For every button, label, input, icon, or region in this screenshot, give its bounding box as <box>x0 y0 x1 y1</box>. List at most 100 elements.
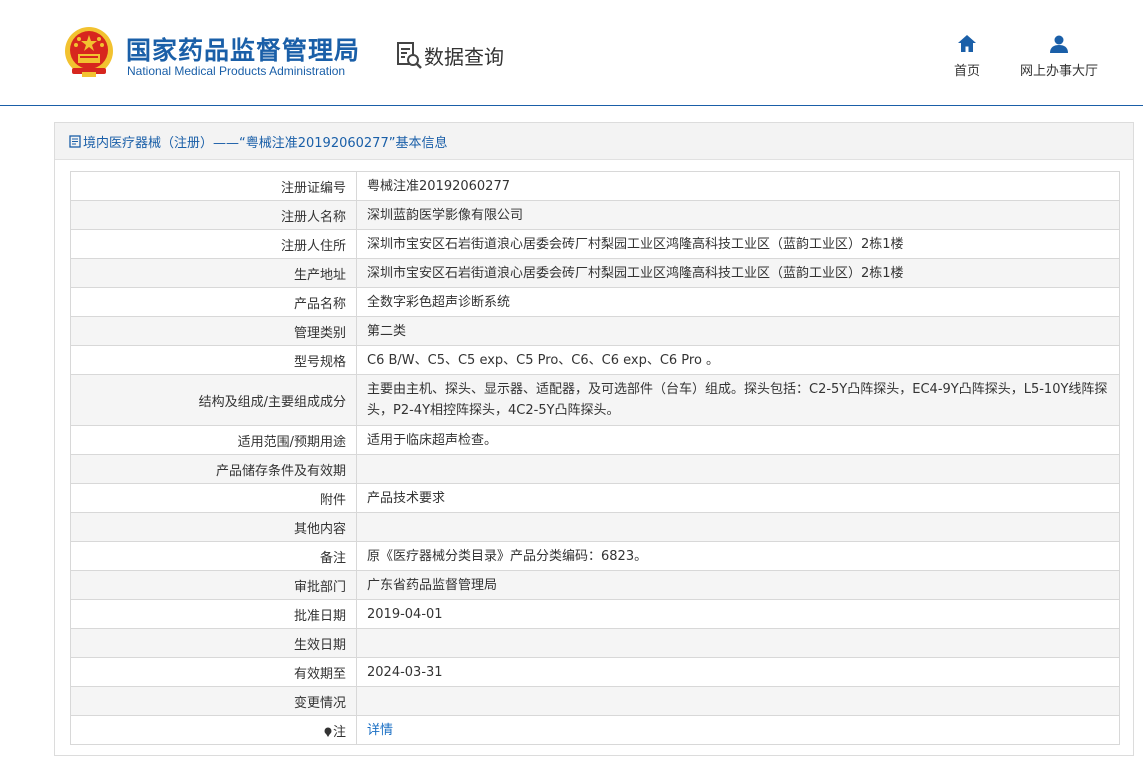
row-label: 备注 <box>70 541 357 571</box>
row-value-text: 广东省药品监督管理局 <box>367 577 498 593</box>
table-row: 生产地址 深圳市宝安区石岩街道浪心居委会砖厂村梨园工业区鸿隆高科技工业区（蓝韵工业… <box>70 258 1120 288</box>
row-label-text: 有效期至 <box>293 666 346 682</box>
row-value-text: 深圳市宝安区石岩街道浪心居委会砖厂村梨园工业区鸿隆高科技工业区（蓝韵工业区）2栋… <box>367 265 904 281</box>
row-label-text: 备注 <box>319 550 346 566</box>
row-value: 第二类 <box>356 316 1120 346</box>
row-label-text: 注册人住所 <box>280 238 346 254</box>
row-label: 附件 <box>70 483 357 513</box>
table-row: 注册人住所 深圳市宝安区石岩街道浪心居委会砖厂村梨园工业区鸿隆高科技工业区（蓝韵工… <box>70 229 1120 259</box>
pin-icon <box>324 727 332 737</box>
row-value: 详情 <box>356 715 1120 745</box>
row-value-text: 粤械注准20192060277 <box>367 178 510 194</box>
panel-title: 境内医疗器械（注册）——“粤械注准20192060277”基本信息 <box>83 135 448 151</box>
row-label-text: 批准日期 <box>293 608 346 624</box>
row-value: 原《医疗器械分类目录》产品分类编码：6823。 <box>356 541 1120 571</box>
table-row: 注册证编号 粤械注准20192060277 <box>70 171 1120 201</box>
row-label-text: 注 <box>332 724 346 740</box>
row-value-text: 2019-04-01 <box>367 606 443 622</box>
row-value <box>356 512 1120 542</box>
row-label: 产品储存条件及有效期 <box>70 454 357 484</box>
row-label-text: 注册证编号 <box>280 180 346 196</box>
row-label: 注册人住所 <box>70 229 357 259</box>
row-value-text: 深圳蓝韵医学影像有限公司 <box>367 207 524 223</box>
table-row: 批准日期 2019-04-01 <box>70 599 1120 629</box>
row-value: 2019-04-01 <box>356 599 1120 629</box>
row-value: 深圳市宝安区石岩街道浪心居委会砖厂村梨园工业区鸿隆高科技工业区（蓝韵工业区）2栋… <box>356 229 1120 259</box>
row-label-text: 生产地址 <box>293 267 346 283</box>
row-value: 深圳蓝韵医学影像有限公司 <box>356 200 1120 230</box>
row-label: 产品名称 <box>70 287 357 317</box>
table-row: 生效日期 <box>70 628 1120 658</box>
user-icon <box>1050 35 1068 53</box>
row-label-text: 审批部门 <box>293 579 346 595</box>
row-value-text: 主要由主机、探头、显示器、适配器，及可选部件（台车）组成。探头包括：C2-5Y凸… <box>367 382 1108 418</box>
table-row: 审批部门 广东省药品监督管理局 <box>70 570 1120 600</box>
row-label-text: 产品储存条件及有效期 <box>215 463 346 479</box>
row-value-text: 2024-03-31 <box>367 664 443 680</box>
table-row: 产品储存条件及有效期 <box>70 454 1120 484</box>
row-label: 生产地址 <box>70 258 357 288</box>
document-icon <box>69 134 81 148</box>
row-label: 注册证编号 <box>70 171 357 201</box>
row-value-text: 深圳市宝安区石岩街道浪心居委会砖厂村梨园工业区鸿隆高科技工业区（蓝韵工业区）2栋… <box>367 236 904 252</box>
row-value-text: 原《医疗器械分类目录》产品分类编码：6823。 <box>367 548 648 564</box>
row-value: 全数字彩色超声诊断系统 <box>356 287 1120 317</box>
table-row: 管理类别 第二类 <box>70 316 1120 346</box>
row-value: 粤械注准20192060277 <box>356 171 1120 201</box>
data-query-title: 数据查询 <box>396 40 504 70</box>
table-row: 附件 产品技术要求 <box>70 483 1120 513</box>
site-header: 国家药品监督管理局 National Medical Products Admi… <box>0 0 1143 106</box>
row-label-text: 结构及组成/主要组成成分 <box>198 394 346 410</box>
row-label: 生效日期 <box>70 628 357 658</box>
basic-info-panel: 境内医疗器械（注册）——“粤械注准20192060277”基本信息 注册证编号 粤… <box>54 122 1134 756</box>
table-row: 型号规格 C6 B/W、C5、C5 exp、C5 Pro、C6、C6 exp、C6… <box>70 345 1120 375</box>
registration-info-table: 注册证编号 粤械注准20192060277 注册人名称 深圳蓝韵医学影像有限公司 注册人… <box>70 171 1120 745</box>
row-label: 有效期至 <box>70 657 357 687</box>
detail-link[interactable]: 详情 <box>367 723 393 738</box>
row-value <box>356 628 1120 658</box>
national-emblem-icon <box>65 27 113 77</box>
org-name-cn: 国家药品监督管理局 <box>126 36 361 65</box>
row-label: 审批部门 <box>70 570 357 600</box>
panel-header: 境内医疗器械（注册）——“粤械注准20192060277”基本信息 <box>55 123 1133 160</box>
row-value: 产品技术要求 <box>356 483 1120 513</box>
table-row: 注 详情 <box>70 715 1120 745</box>
row-label: 结构及组成/主要组成成分 <box>70 374 357 426</box>
row-label-text: 生效日期 <box>293 637 346 653</box>
table-row: 结构及组成/主要组成成分 主要由主机、探头、显示器、适配器，及可选部件（台车）组成… <box>70 374 1120 426</box>
row-label: 其他内容 <box>70 512 357 542</box>
row-label-text: 适用范围/预期用途 <box>237 434 346 450</box>
row-label: 管理类别 <box>70 316 357 346</box>
row-value-text: 产品技术要求 <box>367 490 446 506</box>
table-row: 其他内容 <box>70 512 1120 542</box>
nav-online-service-hall-label: 网上办事大厅 <box>1019 64 1098 79</box>
nav-home[interactable]: 首页 <box>950 34 984 79</box>
row-value: 2024-03-31 <box>356 657 1120 687</box>
nav-online-service-hall[interactable]: 网上办事大厅 <box>1016 34 1102 79</box>
row-value-text: C6 B/W、C5、C5 exp、C5 Pro、C6、C6 exp、C6 Pro… <box>367 352 720 368</box>
row-label: 批准日期 <box>70 599 357 629</box>
row-label-text: 产品名称 <box>293 296 346 312</box>
table-row: 有效期至 2024-03-31 <box>70 657 1120 687</box>
table-row: 产品名称 全数字彩色超声诊断系统 <box>70 287 1120 317</box>
nav-home-label: 首页 <box>953 64 980 79</box>
row-value <box>356 454 1120 484</box>
table-row: 备注 原《医疗器械分类目录》产品分类编码：6823。 <box>70 541 1120 571</box>
row-label: 变更情况 <box>70 686 357 716</box>
row-label-text: 注册人名称 <box>280 209 346 225</box>
row-label-text: 其他内容 <box>293 521 346 537</box>
home-icon <box>958 35 976 52</box>
row-label-text: 变更情况 <box>293 695 346 711</box>
row-value: 适用于临床超声检查。 <box>356 425 1120 455</box>
table-row: 注册人名称 深圳蓝韵医学影像有限公司 <box>70 200 1120 230</box>
document-search-icon <box>397 42 422 69</box>
row-label: 注册人名称 <box>70 200 357 230</box>
org-name-en: National Medical Products Administration <box>127 64 346 78</box>
row-label: 注 <box>70 715 357 745</box>
row-value-text: 第二类 <box>367 323 407 339</box>
row-label-text: 管理类别 <box>293 325 346 341</box>
row-value-text: 全数字彩色超声诊断系统 <box>367 294 511 310</box>
row-label-text: 附件 <box>319 492 346 508</box>
table-row: 适用范围/预期用途 适用于临床超声检查。 <box>70 425 1120 455</box>
row-value: 深圳市宝安区石岩街道浪心居委会砖厂村梨园工业区鸿隆高科技工业区（蓝韵工业区）2栋… <box>356 258 1120 288</box>
